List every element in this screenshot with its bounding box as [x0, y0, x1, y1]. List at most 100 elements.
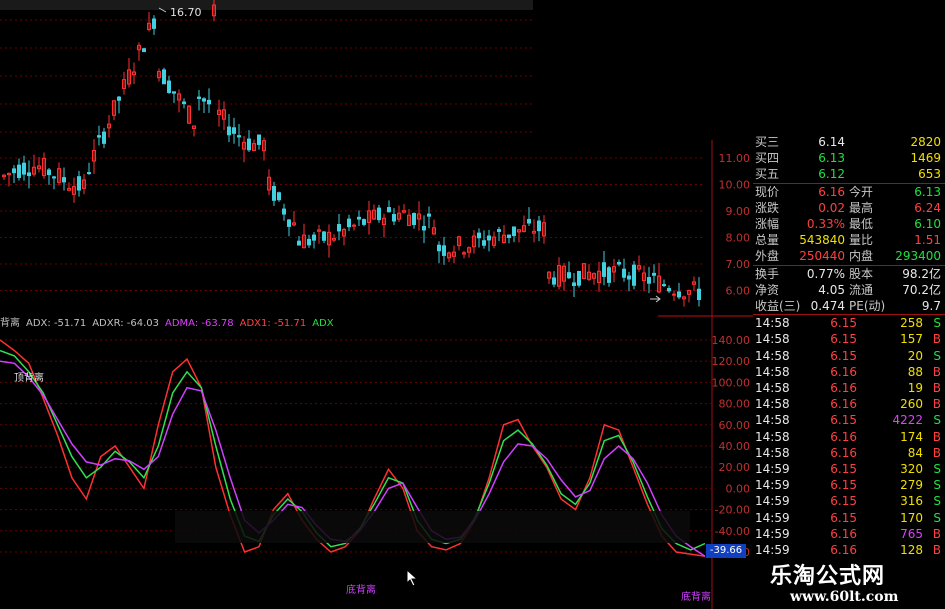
candle-body — [442, 245, 446, 256]
stat-value: 543840 — [799, 233, 845, 248]
tick-volume: 174 — [900, 429, 923, 444]
tick-price: 6.16 — [830, 364, 857, 379]
stat-label: 总量 — [755, 233, 780, 248]
candle-body — [77, 176, 81, 191]
candle-body — [357, 216, 361, 220]
candle-body — [247, 138, 251, 151]
tick-volume: 260 — [900, 397, 923, 412]
candle-body — [322, 231, 326, 241]
quote-price: 6.13 — [818, 151, 845, 166]
tick-row: 14:58 6.15 258 S — [753, 315, 945, 331]
stat-value: 6.10 — [914, 217, 941, 231]
mouse-pointer-icon — [406, 569, 419, 587]
candle-body — [272, 185, 276, 201]
tick-time: 14:58 — [755, 316, 790, 331]
tick-volume: 157 — [900, 332, 923, 347]
candle-body — [287, 219, 291, 227]
candle-body — [172, 91, 176, 94]
stat-label: 换手 — [755, 266, 780, 281]
candle-body — [422, 225, 426, 231]
indicator-legend: 背离 ADX: -51.71 ADXR: -64.03 ADMA: -63.78 ADX… — [0, 314, 340, 329]
candle-body — [202, 98, 206, 102]
stat-label: 内盘 — [849, 249, 874, 264]
tick-time: 14:59 — [755, 478, 790, 493]
candle-body — [297, 240, 301, 246]
tick-time: 14:58 — [755, 397, 790, 412]
indicator-tick-label: 20.00 — [719, 461, 751, 474]
tick-price: 6.15 — [830, 462, 857, 476]
candle-body — [647, 277, 651, 284]
candle-body — [652, 272, 656, 276]
tick-volume: 765 — [900, 526, 923, 541]
tick-side: S — [933, 316, 941, 331]
candle-body — [207, 99, 211, 105]
candle-body — [567, 272, 571, 279]
tick-time: 14:59 — [755, 510, 790, 525]
stat-value: 6.16 — [818, 184, 845, 199]
divergence-annotation: 底背离 — [681, 590, 711, 603]
candle-body — [667, 288, 671, 292]
candle-body — [607, 267, 611, 283]
candle-body — [527, 218, 531, 224]
tick-price: 6.16 — [830, 429, 857, 444]
candle-body — [337, 224, 341, 232]
candle-body — [507, 234, 511, 238]
tick-time: 14:58 — [755, 348, 790, 363]
candle-body — [392, 214, 396, 222]
tick-side: B — [932, 332, 941, 347]
candle-body — [487, 235, 491, 241]
stat-label: 量比 — [849, 233, 874, 248]
tick-volume: 279 — [900, 478, 923, 493]
stat-value: 250440 — [799, 249, 845, 264]
tick-price: 6.16 — [830, 397, 857, 412]
tick-side: B — [932, 445, 941, 460]
candle-body — [307, 238, 311, 246]
watermark-url: www.60lt.com — [790, 589, 899, 605]
candle-body — [622, 268, 626, 278]
candle-body — [142, 48, 146, 53]
quote-price: 6.12 — [818, 167, 845, 182]
tick-price: 6.16 — [830, 445, 857, 460]
tick-side: S — [933, 462, 941, 476]
quote-row: 买四 6.13 1469 — [753, 150, 945, 166]
stat-row: 总量 543840 量比 1.51 — [753, 232, 945, 248]
candle-body — [497, 229, 501, 232]
stat-label: 外盘 — [755, 249, 780, 264]
indicator-tick-label: 60.00 — [719, 419, 751, 432]
stat-label: 现价 — [755, 184, 780, 199]
stat-row: 涨跌 0.02 最高 6.24 — [753, 200, 945, 216]
candle-body — [162, 69, 166, 85]
tick-time: 14:58 — [755, 413, 790, 428]
candle-body — [17, 164, 21, 178]
tick-volume: 170 — [900, 510, 923, 525]
candle-body — [347, 218, 351, 228]
indicator-tick-label: -20.00 — [715, 504, 750, 517]
price-tick-label: 11.00 — [719, 152, 751, 165]
stat-row: 涨幅 0.33% 最低 6.10 — [753, 216, 945, 232]
candle-body — [22, 162, 26, 175]
candle-body — [277, 192, 281, 201]
quote-label: 买四 — [755, 151, 780, 166]
candle-body — [167, 80, 171, 93]
candle-body — [537, 220, 541, 232]
candle-body — [412, 213, 416, 226]
candle-body — [47, 169, 51, 176]
tick-row: 14:58 6.16 84 B — [753, 445, 945, 461]
watermark: 乐淘公式网 www.60lt.com — [752, 554, 945, 609]
peak-label: 16.70 — [170, 6, 202, 19]
candle-body — [62, 177, 66, 183]
stat-value: 0.474 — [810, 299, 845, 313]
candle-body — [87, 172, 91, 175]
stat-value: 293400 — [895, 249, 941, 264]
candle-body — [677, 291, 681, 298]
stat-value: 0.77% — [806, 266, 845, 281]
candle-body — [237, 135, 241, 138]
candle-body — [362, 219, 366, 225]
tick-time: 14:59 — [755, 462, 790, 476]
tick-row: 14:58 6.15 157 B — [753, 331, 945, 347]
tick-price: 6.16 — [830, 526, 857, 541]
stat-row: 外盘 250440 内盘 293400 — [753, 248, 945, 264]
candle-body — [672, 293, 676, 296]
divergence-annotation: 顶背离 — [14, 371, 44, 384]
candle-body — [182, 101, 186, 105]
